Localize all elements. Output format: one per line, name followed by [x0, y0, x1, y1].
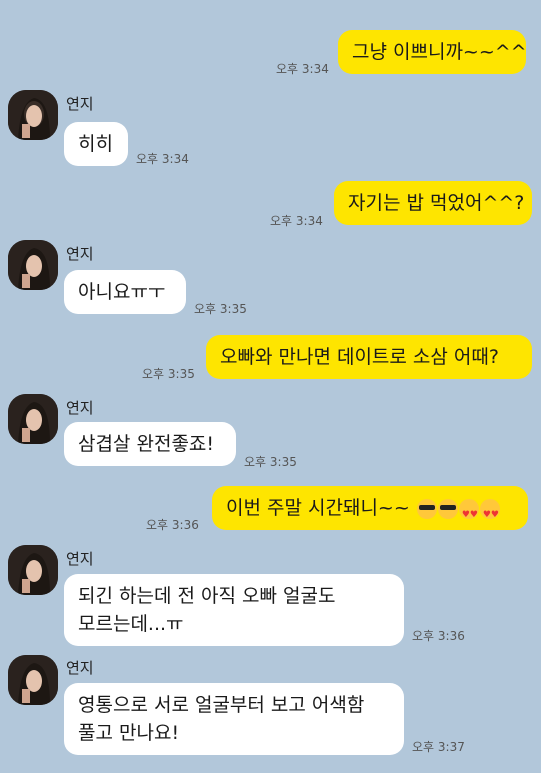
contact-avatar[interactable]: [8, 655, 58, 705]
their-message-bubble[interactable]: 되긴 하는데 전 아직 오빠 얼굴도 모르는데...ㅠ: [64, 574, 404, 646]
message-time: 오후 3:35: [142, 367, 195, 381]
message-text: 그냥 이쁘니까~~^^: [352, 41, 527, 63]
contact-avatar[interactable]: [8, 545, 58, 595]
message-time: 오후 3:34: [136, 152, 189, 166]
my-message-bubble[interactable]: 이번 주말 시간돼니~~: [212, 486, 528, 530]
my-message-bubble[interactable]: 자기는 밥 먹었어^^?: [334, 181, 532, 225]
message-text: 삼겹살 완전좋죠!: [78, 433, 215, 455]
message-time: 오후 3:34: [270, 214, 323, 228]
message-time: 오후 3:37: [412, 740, 465, 754]
message-text: 이번 주말 시간돼니~~: [226, 497, 410, 519]
contact-name: 연지: [66, 550, 94, 568]
sunglasses-emoji-icon: [416, 498, 437, 519]
message-text: 자기는 밥 먹었어^^?: [348, 192, 525, 214]
message-time: 오후 3:35: [244, 455, 297, 469]
their-message-bubble[interactable]: 삼겹살 완전좋죠!: [64, 422, 236, 466]
their-message-bubble[interactable]: 히히: [64, 122, 128, 166]
sunglasses-emoji-icon: [437, 498, 458, 519]
message-time: 오후 3:35: [194, 302, 247, 316]
message-text-line: 되긴 하는데 전 아직 오빠 얼굴도: [78, 585, 336, 607]
contact-name: 연지: [66, 659, 94, 677]
my-message-bubble[interactable]: 오빠와 만나면 데이트로 소삼 어때?: [206, 335, 532, 379]
contact-avatar[interactable]: [8, 90, 58, 140]
message-text-line: 풀고 만나요!: [78, 722, 180, 744]
heart-eyes-emoji-icon: [479, 498, 500, 529]
message-text-line: 영통으로 서로 얼굴부터 보고 어색함: [78, 694, 365, 716]
message-text: 오빠와 만나면 데이트로 소삼 어때?: [220, 346, 499, 368]
heart-eyes-emoji-icon: [458, 498, 479, 529]
message-text: 히히: [78, 133, 113, 155]
message-time: 오후 3:36: [146, 518, 199, 532]
contact-avatar[interactable]: [8, 240, 58, 290]
message-time: 오후 3:34: [276, 62, 329, 76]
contact-name: 연지: [66, 399, 94, 417]
message-time: 오후 3:36: [412, 629, 465, 643]
message-text-line: 모르는데...ㅠ: [78, 613, 184, 635]
their-message-bubble[interactable]: 영통으로 서로 얼굴부터 보고 어색함 풀고 만나요!: [64, 683, 404, 755]
message-text: 아니요ㅠㅜ: [78, 281, 166, 303]
contact-name: 연지: [66, 95, 94, 113]
their-message-bubble[interactable]: 아니요ㅠㅜ: [64, 270, 186, 314]
contact-avatar[interactable]: [8, 394, 58, 444]
contact-name: 연지: [66, 245, 94, 263]
my-message-bubble[interactable]: 그냥 이쁘니까~~^^: [338, 30, 527, 74]
